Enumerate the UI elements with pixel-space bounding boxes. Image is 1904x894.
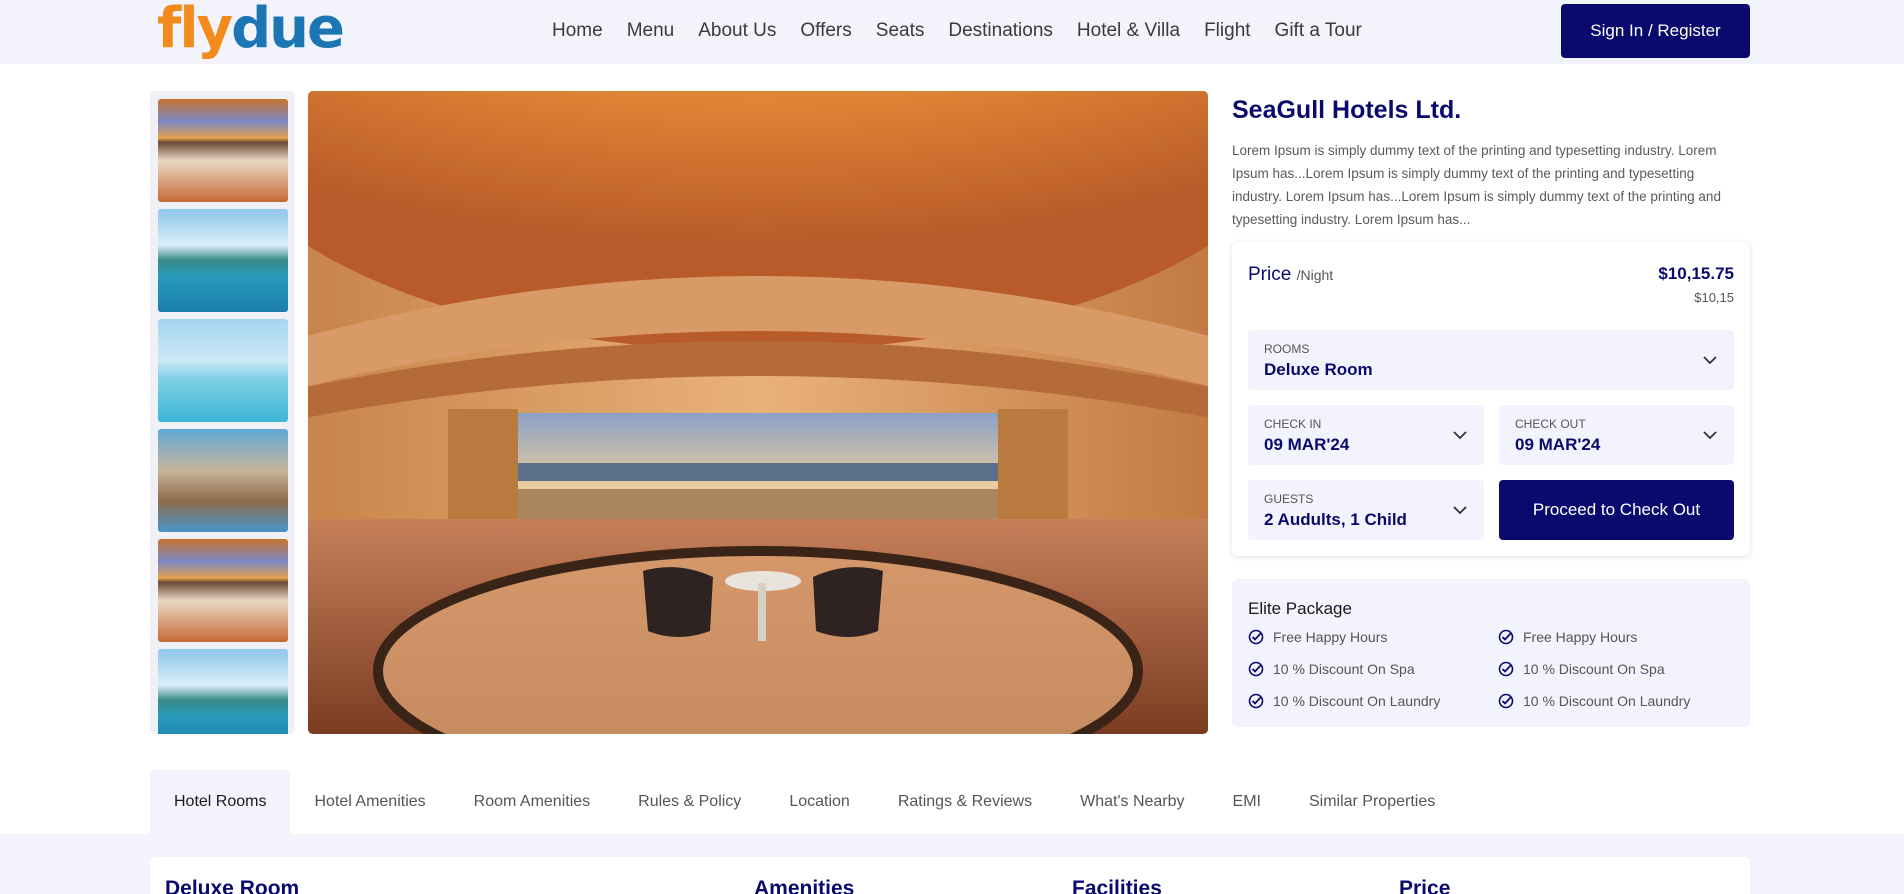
top-header: flydue Home Menu About Us Offers Seats D… xyxy=(0,0,1904,64)
tab-rules-policy[interactable]: Rules & Policy xyxy=(614,770,766,834)
chevron-down-icon xyxy=(1453,431,1467,440)
booking-card: Price /Night $10,15.75 $10,15 ROOMS Delu… xyxy=(1232,242,1750,556)
nav-home[interactable]: Home xyxy=(552,20,603,42)
perk-label: 10 % Discount On Laundry xyxy=(1523,693,1691,709)
price-value: $10,15.75 xyxy=(1658,264,1734,283)
thumbnail-cruise-sea[interactable] xyxy=(158,209,288,312)
guests-select[interactable]: GUESTS 2 Audults, 1 Child xyxy=(1248,480,1484,540)
rooms-select[interactable]: ROOMS Deluxe Room xyxy=(1248,330,1734,390)
nav-destinations[interactable]: Destinations xyxy=(948,20,1053,42)
chevron-down-icon xyxy=(1703,356,1717,365)
logo-text-due: due xyxy=(231,0,345,61)
nav-hotel-villa[interactable]: Hotel & Villa xyxy=(1077,20,1180,42)
tab-similar-properties[interactable]: Similar Properties xyxy=(1284,770,1460,834)
proceed-to-checkout-button[interactable]: Proceed to Check Out xyxy=(1499,480,1734,540)
check-in-select[interactable]: CHECK IN 09 MAR'24 xyxy=(1248,405,1484,465)
perk-label: 10 % Discount On Spa xyxy=(1523,661,1665,677)
nav-flight[interactable]: Flight xyxy=(1204,20,1250,42)
hotel-description: Lorem Ipsum is simply dummy text of the … xyxy=(1232,143,1721,227)
perk-label: Free Happy Hours xyxy=(1523,629,1638,645)
check-circle-icon xyxy=(1248,661,1264,677)
tab-whats-nearby[interactable]: What's Nearby xyxy=(1056,770,1209,834)
thumbnail-world-landmarks[interactable] xyxy=(158,429,288,532)
perk-item: 10 % Discount On Spa xyxy=(1498,661,1665,677)
guests-label: GUESTS xyxy=(1264,492,1314,506)
price-label-text: Price xyxy=(1248,264,1292,285)
perk-item: Free Happy Hours xyxy=(1498,629,1637,645)
check-in-label: CHECK IN xyxy=(1264,417,1322,431)
perk-label: 10 % Discount On Spa xyxy=(1273,661,1415,677)
rooms-label: ROOMS xyxy=(1264,342,1310,356)
sign-in-register-button[interactable]: Sign In / Register xyxy=(1561,4,1750,58)
elite-package-panel: Elite Package Free Happy Hours 10 % Disc… xyxy=(1232,579,1750,727)
room-details-card xyxy=(150,857,1750,894)
tab-room-amenities[interactable]: Room Amenities xyxy=(449,770,615,834)
perk-item: 10 % Discount On Laundry xyxy=(1498,693,1690,709)
main-nav: Home Menu About Us Offers Seats Destinat… xyxy=(552,20,1386,42)
perk-item: Free Happy Hours xyxy=(1248,629,1387,645)
main-hotel-image xyxy=(308,91,1208,734)
guests-value: 2 Audults, 1 Child xyxy=(1264,510,1407,529)
nav-gift-a-tour[interactable]: Gift a Tour xyxy=(1275,20,1362,42)
perk-label: 10 % Discount On Laundry xyxy=(1273,693,1441,709)
check-circle-icon xyxy=(1498,629,1514,645)
check-in-value: 09 MAR'24 xyxy=(1264,435,1350,454)
hotel-name: SeaGull Hotels Ltd. xyxy=(1232,96,1462,124)
thumbnail-strip[interactable] xyxy=(150,91,295,734)
flydue-logo[interactable]: flydue xyxy=(157,0,345,62)
check-circle-icon xyxy=(1248,693,1264,709)
check-out-select[interactable]: CHECK OUT 09 MAR'24 xyxy=(1499,405,1734,465)
facilities-heading: Facilities xyxy=(1072,877,1162,894)
tab-hotel-amenities[interactable]: Hotel Amenities xyxy=(290,770,450,834)
check-out-value: 09 MAR'24 xyxy=(1515,435,1601,454)
room-name-heading: Deluxe Room xyxy=(165,877,300,894)
thumbnail-dome-lobby[interactable] xyxy=(158,99,288,202)
nav-seats[interactable]: Seats xyxy=(876,20,925,42)
price-original: $10,15 xyxy=(1694,290,1734,305)
price-heading: Price xyxy=(1399,877,1451,894)
elite-package-title: Elite Package xyxy=(1248,599,1352,618)
nav-about-us[interactable]: About Us xyxy=(698,20,776,42)
check-circle-icon xyxy=(1498,661,1514,677)
amenities-heading: Amenities xyxy=(754,877,855,894)
check-circle-icon xyxy=(1248,629,1264,645)
perk-item: 10 % Discount On Laundry xyxy=(1248,693,1440,709)
nav-offers[interactable]: Offers xyxy=(800,20,851,42)
nav-menu[interactable]: Menu xyxy=(627,20,675,42)
thumbnail-cruise-sea[interactable] xyxy=(158,649,288,734)
tab-ratings-reviews[interactable]: Ratings & Reviews xyxy=(873,770,1057,834)
check-circle-icon xyxy=(1498,693,1514,709)
perk-item: 10 % Discount On Spa xyxy=(1248,661,1415,677)
tab-location[interactable]: Location xyxy=(765,770,874,834)
chevron-down-icon xyxy=(1453,506,1467,515)
chevron-down-icon xyxy=(1703,431,1717,440)
details-tabs: Hotel Rooms Hotel Amenities Room Ameniti… xyxy=(150,770,1460,834)
tab-emi[interactable]: EMI xyxy=(1208,770,1285,834)
price-label: Price /Night xyxy=(1248,264,1333,286)
logo-text-fly: fly xyxy=(157,0,233,61)
price-unit: /Night xyxy=(1296,267,1334,283)
thumbnail-dome-lobby[interactable] xyxy=(158,539,288,642)
check-out-label: CHECK OUT xyxy=(1515,417,1586,431)
tab-hotel-rooms[interactable]: Hotel Rooms xyxy=(150,770,291,834)
perk-label: Free Happy Hours xyxy=(1273,629,1388,645)
rooms-value: Deluxe Room xyxy=(1264,360,1373,379)
thumbnail-calm-sea[interactable] xyxy=(158,319,288,422)
